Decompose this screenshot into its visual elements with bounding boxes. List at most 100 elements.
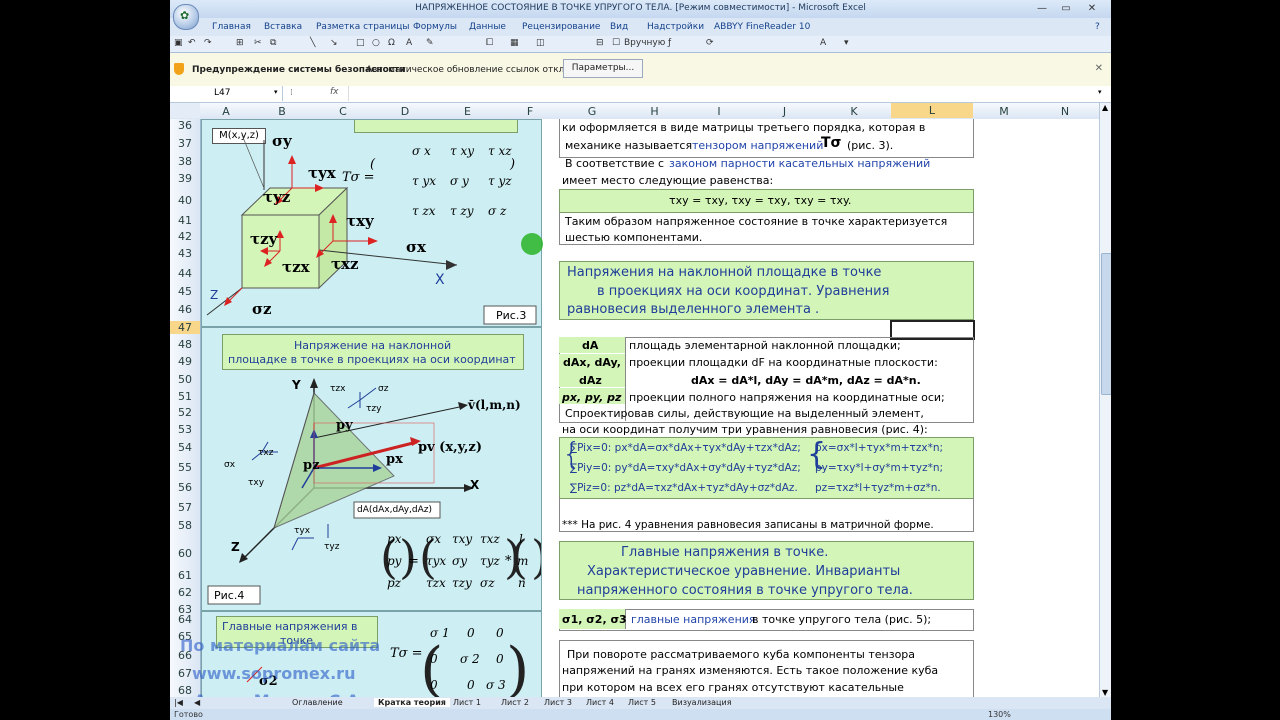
tab-formulas[interactable]: Формулы xyxy=(413,22,457,32)
column-header[interactable]: M xyxy=(974,105,1034,118)
row-header[interactable]: 53 xyxy=(170,423,200,436)
column-header[interactable]: I xyxy=(687,105,751,118)
borders-icon[interactable]: ⊞ xyxy=(236,38,244,48)
close-bar-icon[interactable]: ✕ xyxy=(1095,63,1103,74)
tab-page-layout[interactable]: Разметка страницы xyxy=(316,22,410,32)
tab-nav-prev-icon[interactable]: ◀ xyxy=(194,698,200,707)
name-box[interactable]: L47 ▾ xyxy=(170,86,283,101)
row-header[interactable]: 48 xyxy=(170,338,200,351)
column-header[interactable]: E xyxy=(437,105,498,118)
text-box-icon[interactable]: A xyxy=(406,38,412,48)
calc-manual-label[interactable]: Вручную xyxy=(624,38,665,48)
principal-stresses-link[interactable]: главные напряжения xyxy=(631,613,756,626)
row-header[interactable]: 57 xyxy=(170,501,200,514)
row-header[interactable]: 64 xyxy=(170,613,200,626)
checkbox-icon[interactable]: ☐ xyxy=(612,38,620,48)
select-all-button[interactable] xyxy=(170,103,200,118)
arrow-icon[interactable]: ↘ xyxy=(330,38,338,48)
scroll-down-icon[interactable]: ▼ xyxy=(1102,688,1108,697)
row-header[interactable]: 52 xyxy=(170,406,200,419)
formula-input[interactable] xyxy=(348,86,1099,101)
function-icon[interactable]: ƒ xyxy=(668,38,671,48)
row-header[interactable]: 38 xyxy=(170,155,200,168)
symbol-icon[interactable]: Ω xyxy=(388,38,395,48)
sheet-grid[interactable]: M(x,y,z) ( ) σy τyx τyz τxy τzy τzx τxz … xyxy=(201,119,1101,697)
frame-icon[interactable]: ◫ xyxy=(536,38,545,48)
column-header[interactable]: F xyxy=(499,105,561,118)
pairing-law-link[interactable]: законом парности касательных напряжений xyxy=(669,157,930,170)
cut-icon[interactable]: ✂ xyxy=(254,38,262,48)
expand-formula-icon[interactable]: ▾ xyxy=(1098,88,1102,96)
tensor-link[interactable]: тензором напряжений xyxy=(692,139,823,152)
fill-icon[interactable]: ▦ xyxy=(510,38,519,48)
tab-data[interactable]: Данные xyxy=(469,22,506,32)
column-header[interactable]: H xyxy=(623,105,686,118)
maximize-button[interactable]: ▭ xyxy=(1054,2,1078,16)
vertical-scrollbar[interactable]: ▲ ▼ xyxy=(1099,103,1111,697)
row-header[interactable]: 40 xyxy=(170,194,200,207)
save-icon[interactable]: ▣ xyxy=(174,38,183,48)
row-header[interactable]: 41 xyxy=(170,214,200,227)
row-header[interactable]: 61 xyxy=(170,569,200,582)
chevron-down-icon[interactable]: ▾ xyxy=(274,88,278,96)
row-header[interactable]: 60 xyxy=(170,547,200,560)
help-icon[interactable]: ? xyxy=(1095,22,1100,32)
undo-icon[interactable]: ↶ xyxy=(188,38,196,48)
line-icon[interactable]: ╲ xyxy=(310,38,315,48)
column-header-selected[interactable]: L xyxy=(891,103,973,118)
group-icon[interactable]: ⧠ xyxy=(486,38,493,48)
sheet-tab[interactable]: Лист 1 xyxy=(453,698,481,707)
tab-home[interactable]: Главная xyxy=(212,22,251,32)
tab-addins[interactable]: Надстройки xyxy=(647,22,704,32)
redo-icon[interactable]: ↷ xyxy=(204,38,212,48)
sheet-tab[interactable]: Оглавление xyxy=(292,698,343,707)
fx-icon[interactable]: fx xyxy=(330,87,339,97)
rotate-icon[interactable]: ⟳ xyxy=(706,38,714,48)
tab-view[interactable]: Вид xyxy=(610,22,628,32)
oval-icon[interactable]: ○ xyxy=(372,38,380,48)
sheet-tab[interactable]: Лист 4 xyxy=(586,698,614,707)
sheet-tab[interactable]: Лист 5 xyxy=(628,698,656,707)
column-header[interactable]: N xyxy=(1035,105,1095,118)
row-header[interactable]: 56 xyxy=(170,481,200,494)
column-header[interactable]: B xyxy=(252,105,312,118)
column-header[interactable]: G xyxy=(562,105,622,118)
column-header[interactable]: D xyxy=(374,105,436,118)
row-header[interactable]: 58 xyxy=(170,519,200,532)
office-button[interactable]: ✿ xyxy=(173,4,199,30)
tab-review[interactable]: Рецензирование xyxy=(522,22,600,32)
zoom-level[interactable]: 130% xyxy=(988,710,1011,719)
tab-nav-first-icon[interactable]: |◀ xyxy=(174,698,183,707)
row-header[interactable]: 50 xyxy=(170,373,200,386)
minimize-button[interactable]: — xyxy=(1030,2,1054,16)
sheet-tab[interactable]: Визуализация xyxy=(672,698,732,707)
column-header[interactable]: C xyxy=(313,105,373,118)
tab-abbyy[interactable]: ABBYY FineReader 10 xyxy=(714,22,810,32)
sheet-tab[interactable]: Лист 3 xyxy=(544,698,572,707)
scroll-up-icon[interactable]: ▲ xyxy=(1102,103,1108,112)
row-header[interactable]: 62 xyxy=(170,586,200,599)
align-icon[interactable]: ⊟ xyxy=(596,38,604,48)
close-button[interactable]: ✕ xyxy=(1080,2,1104,16)
scroll-thumb[interactable] xyxy=(1101,253,1111,395)
sheet-tab[interactable]: Лист 2 xyxy=(501,698,529,707)
font-color-icon[interactable]: A xyxy=(820,38,826,48)
customize-qat-icon[interactable]: ▾ xyxy=(844,38,849,48)
row-header[interactable]: 51 xyxy=(170,390,200,403)
row-header[interactable]: 46 xyxy=(170,303,200,316)
row-header[interactable]: 39 xyxy=(170,172,200,185)
row-header[interactable]: 44 xyxy=(170,267,200,280)
rectangle-icon[interactable]: □ xyxy=(356,38,365,48)
row-header[interactable]: 37 xyxy=(170,137,200,150)
row-header[interactable]: 55 xyxy=(170,461,200,474)
row-header[interactable]: 49 xyxy=(170,355,200,368)
row-header[interactable]: 42 xyxy=(170,230,200,243)
column-header[interactable]: A xyxy=(201,105,251,118)
copy-icon[interactable]: ⧉ xyxy=(270,38,276,48)
row-header-selected[interactable]: 47 xyxy=(170,321,200,334)
column-header[interactable]: J xyxy=(752,105,817,118)
sheet-tab-active[interactable]: Кратка теория xyxy=(374,698,450,707)
brush-icon[interactable]: ✎ xyxy=(426,38,434,48)
column-header[interactable]: K xyxy=(818,105,890,118)
row-header[interactable]: 54 xyxy=(170,441,200,454)
